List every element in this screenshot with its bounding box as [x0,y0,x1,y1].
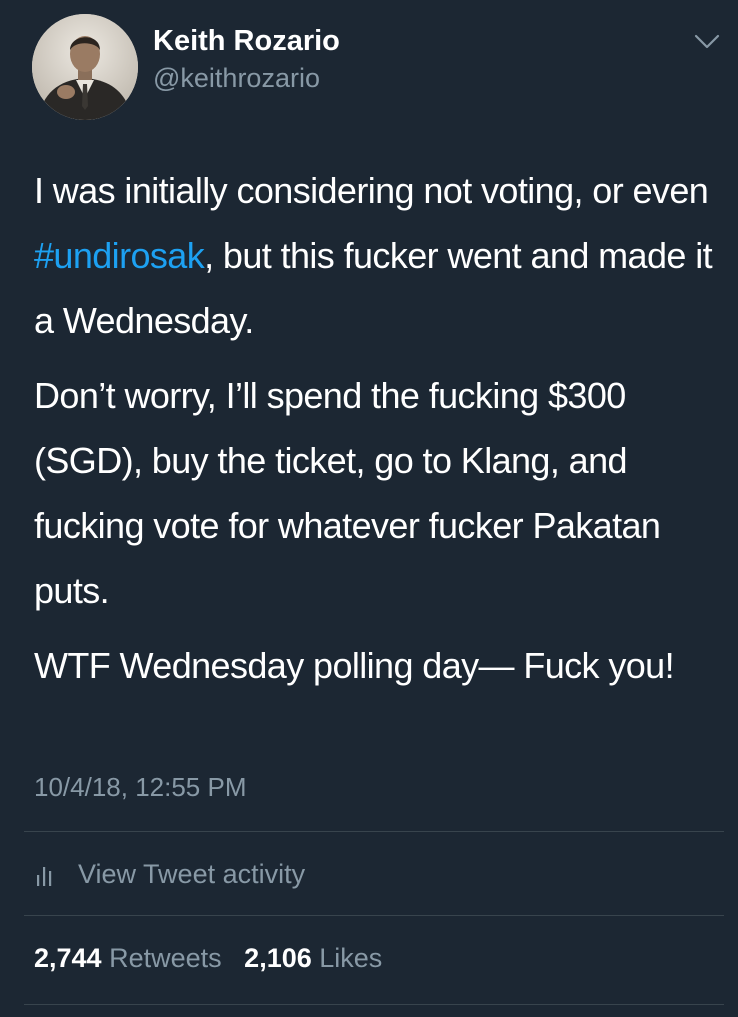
author-name[interactable]: Keith Rozario [153,25,340,58]
author-handle[interactable]: @keithrozario [153,63,320,94]
tweet-paragraph: WTF Wednesday polling day— Fuck you! [34,645,675,686]
retweets-label: Retweets [109,943,222,973]
view-tweet-activity-link[interactable]: View Tweet activity [34,856,305,892]
engagement-stats: 2,744 Retweets 2,106 Likes [34,943,382,974]
tweet-detail: Keith Rozario @keithrozario I was initia… [0,0,738,1017]
divider [24,831,724,832]
divider [24,1004,724,1005]
likes-count: 2,106 [244,943,312,973]
tweet-text-segment: I was initially considering not voting, … [34,170,709,211]
avatar[interactable] [32,14,138,120]
divider [24,915,724,916]
retweets-count: 2,744 [34,943,102,973]
tweet-paragraph: I was initially considering not voting, … [34,158,719,353]
profile-photo [32,14,138,120]
retweets-stat[interactable]: 2,744 Retweets [34,943,222,973]
tweet-timestamp: 10/4/18, 12:55 PM [34,772,247,802]
tweet-paragraph: Don’t worry, I’ll spend the fucking $300… [34,375,661,611]
hashtag-link[interactable]: #undirosak [34,235,205,276]
likes-stat[interactable]: 2,106 Likes [244,943,382,973]
likes-label: Likes [319,943,383,973]
chevron-down-icon[interactable] [693,32,721,52]
bar-chart-icon [37,867,52,886]
tweet-text: I was initially considering not voting, … [34,158,719,708]
activity-label: View Tweet activity [78,858,306,889]
